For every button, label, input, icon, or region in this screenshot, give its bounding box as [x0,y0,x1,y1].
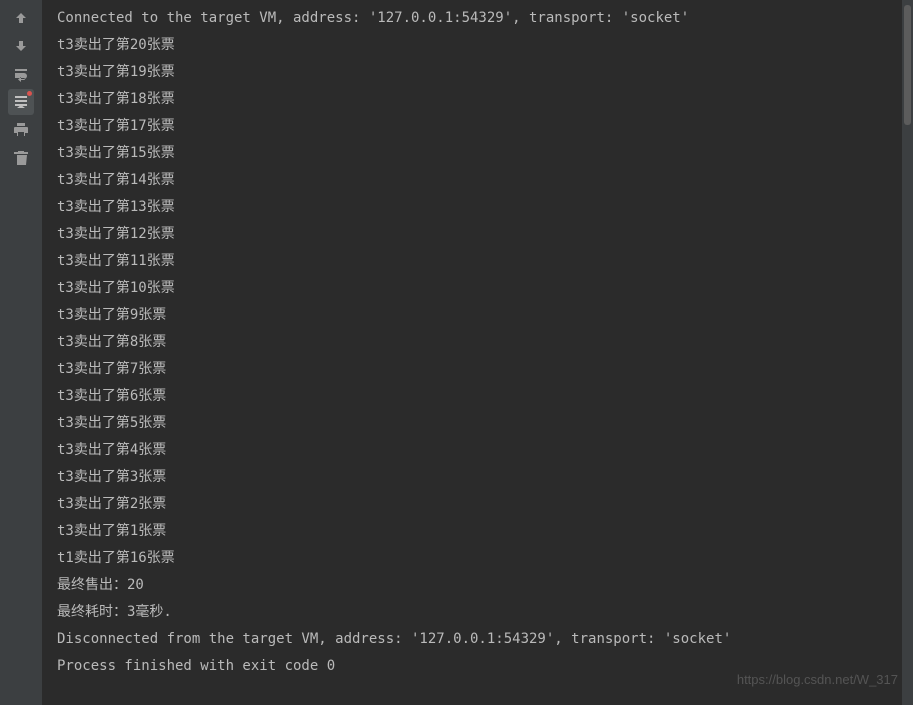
console-line: t3卖出了第12张票 [57,221,898,248]
console-line: t3卖出了第9张票 [57,302,898,329]
soft-wrap-icon[interactable] [8,61,34,87]
console-line: t3卖出了第17张票 [57,113,898,140]
console-line: t3卖出了第5张票 [57,410,898,437]
console-line: t3卖出了第7张票 [57,356,898,383]
console-line: t3卖出了第15张票 [57,140,898,167]
console-area: Connected to the target VM, address: '12… [42,0,913,705]
trash-icon[interactable] [8,145,34,171]
console-output[interactable]: Connected to the target VM, address: '12… [42,0,913,685]
console-line: t3卖出了第4张票 [57,437,898,464]
arrow-up-icon[interactable] [8,5,34,31]
console-line: t3卖出了第19张票 [57,59,898,86]
console-line: t3卖出了第13张票 [57,194,898,221]
console-line: 最终耗时：3毫秒. [57,599,898,626]
console-line: t3卖出了第18张票 [57,86,898,113]
console-line: t3卖出了第6张票 [57,383,898,410]
scrollbar-thumb[interactable] [904,5,911,125]
console-line: 最终售出：20 [57,572,898,599]
scrollbar-track[interactable] [902,0,913,705]
arrow-down-icon[interactable] [8,33,34,59]
console-line: t3卖出了第8张票 [57,329,898,356]
console-line: Connected to the target VM, address: '12… [57,5,898,32]
console-line: t3卖出了第20张票 [57,32,898,59]
scroll-to-end-icon[interactable] [8,89,34,115]
console-line: t3卖出了第2张票 [57,491,898,518]
console-line: t3卖出了第1张票 [57,518,898,545]
console-line: t3卖出了第10张票 [57,275,898,302]
console-line: t1卖出了第16张票 [57,545,898,572]
watermark: https://blog.csdn.net/W_317 [737,672,898,687]
console-line: t3卖出了第3张票 [57,464,898,491]
console-line: t3卖出了第14张票 [57,167,898,194]
console-line: t3卖出了第11张票 [57,248,898,275]
print-icon[interactable] [8,117,34,143]
console-line: Disconnected from the target VM, address… [57,626,898,653]
sidebar [0,0,42,705]
